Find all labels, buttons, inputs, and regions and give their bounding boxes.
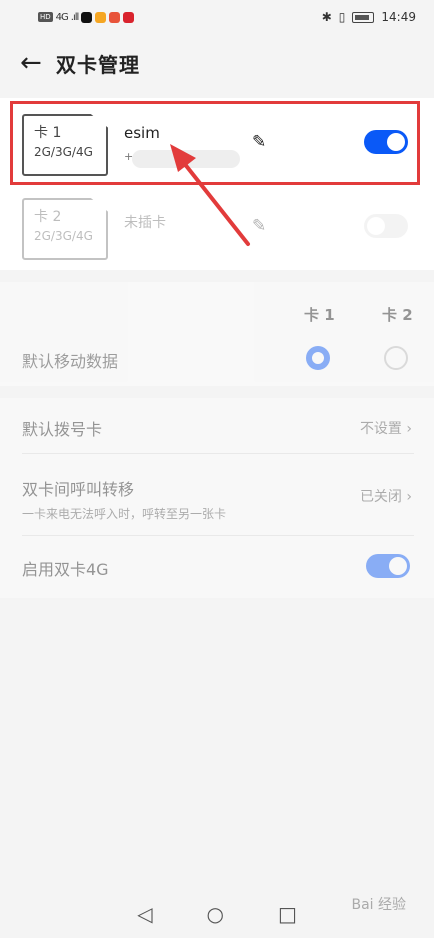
column-header-sim2: 卡 2 xyxy=(382,306,413,324)
tiktok-icon xyxy=(81,11,93,23)
default-dial-value-text: 不设置 xyxy=(359,421,402,437)
call-forward-row[interactable]: 双卡间呼叫转移 一卡来电无法呼入时，呼转至另一张卡 已关闭 › xyxy=(22,456,414,536)
dual-4g-label: 启用双卡4G xyxy=(22,560,109,579)
annotation-arrow xyxy=(170,144,250,246)
nav-recent-icon[interactable]: □ xyxy=(278,902,297,926)
signal-icon: .ıll xyxy=(70,11,79,23)
sim-card-icon: 卡 2 2G/3G/4G xyxy=(22,198,108,260)
network-type: 4G xyxy=(55,11,69,23)
watermark: Bai 经验 xyxy=(351,897,406,913)
status-right: ✱ ▯ 14:49 xyxy=(322,10,416,24)
bluetooth-icon: ✱ xyxy=(321,10,332,24)
header: ← 双卡管理 xyxy=(0,40,434,86)
app-notification-icon xyxy=(95,11,107,23)
sim-card-label: 卡 2 xyxy=(34,209,62,225)
default-data-panel: 卡 1 卡 2 默认移动数据 xyxy=(0,282,434,386)
column-header-sim1: 卡 1 xyxy=(304,306,335,324)
call-forward-value: 已关闭 › xyxy=(360,486,412,506)
clock: 14:49 xyxy=(381,10,416,24)
chevron-right-icon: › xyxy=(406,489,412,505)
sim1-data-radio[interactable] xyxy=(306,346,330,370)
nav-back-icon[interactable]: ◁ xyxy=(137,902,152,926)
status-bar: HD 4G .ıll ✱ ▯ 14:49 xyxy=(0,0,434,34)
hd-badge: HD xyxy=(38,12,53,22)
nav-home-icon[interactable]: ○ xyxy=(207,902,224,926)
dual-4g-row[interactable]: 启用双卡4G xyxy=(22,538,414,594)
sim-card-types: 2G/3G/4G xyxy=(34,229,93,243)
app-notification-icon-2 xyxy=(109,11,121,23)
default-dial-row[interactable]: 默认拨号卡 不设置 › xyxy=(22,398,414,454)
battery-icon xyxy=(352,11,375,23)
settings-panel: 默认拨号卡 不设置 › 双卡间呼叫转移 一卡来电无法呼入时，呼转至另一张卡 已关… xyxy=(0,398,434,598)
sim2-data-radio[interactable] xyxy=(384,346,408,370)
default-data-label: 默认移动数据 xyxy=(22,352,119,371)
default-dial-label: 默认拨号卡 xyxy=(22,420,103,439)
call-forward-sub: 一卡来电无法呼入时，呼转至另一张卡 xyxy=(22,507,227,521)
default-dial-value: 不设置 › xyxy=(360,418,412,438)
call-forward-value-text: 已关闭 xyxy=(359,489,402,505)
app-notification-icon-3 xyxy=(123,11,135,23)
dual-4g-toggle[interactable] xyxy=(366,554,410,578)
chevron-right-icon: › xyxy=(406,421,412,437)
back-arrow-icon[interactable]: ← xyxy=(0,50,56,76)
status-left: HD 4G .ıll xyxy=(38,11,135,23)
toggle-knob xyxy=(389,557,407,575)
call-forward-label: 双卡间呼叫转移 xyxy=(22,480,135,499)
toggle-knob xyxy=(367,217,385,235)
vibrate-icon: ▯ xyxy=(338,10,346,24)
page-title: 双卡管理 xyxy=(56,52,140,77)
sim-2-toggle[interactable] xyxy=(364,214,408,238)
